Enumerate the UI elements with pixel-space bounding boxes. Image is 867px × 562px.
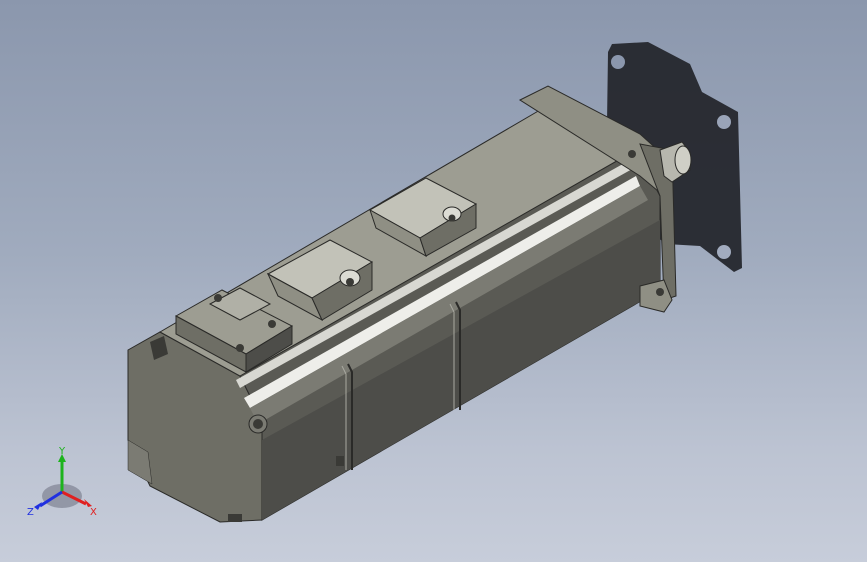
servo-motor-model[interactable] xyxy=(0,0,867,562)
3d-viewport[interactable]: Y X Z xyxy=(0,0,867,562)
x-axis-label: X xyxy=(90,507,97,518)
y-axis-label: Y xyxy=(58,446,66,457)
z-axis-label: Z xyxy=(27,507,34,518)
axis-triad[interactable]: Y X Z xyxy=(22,446,112,528)
